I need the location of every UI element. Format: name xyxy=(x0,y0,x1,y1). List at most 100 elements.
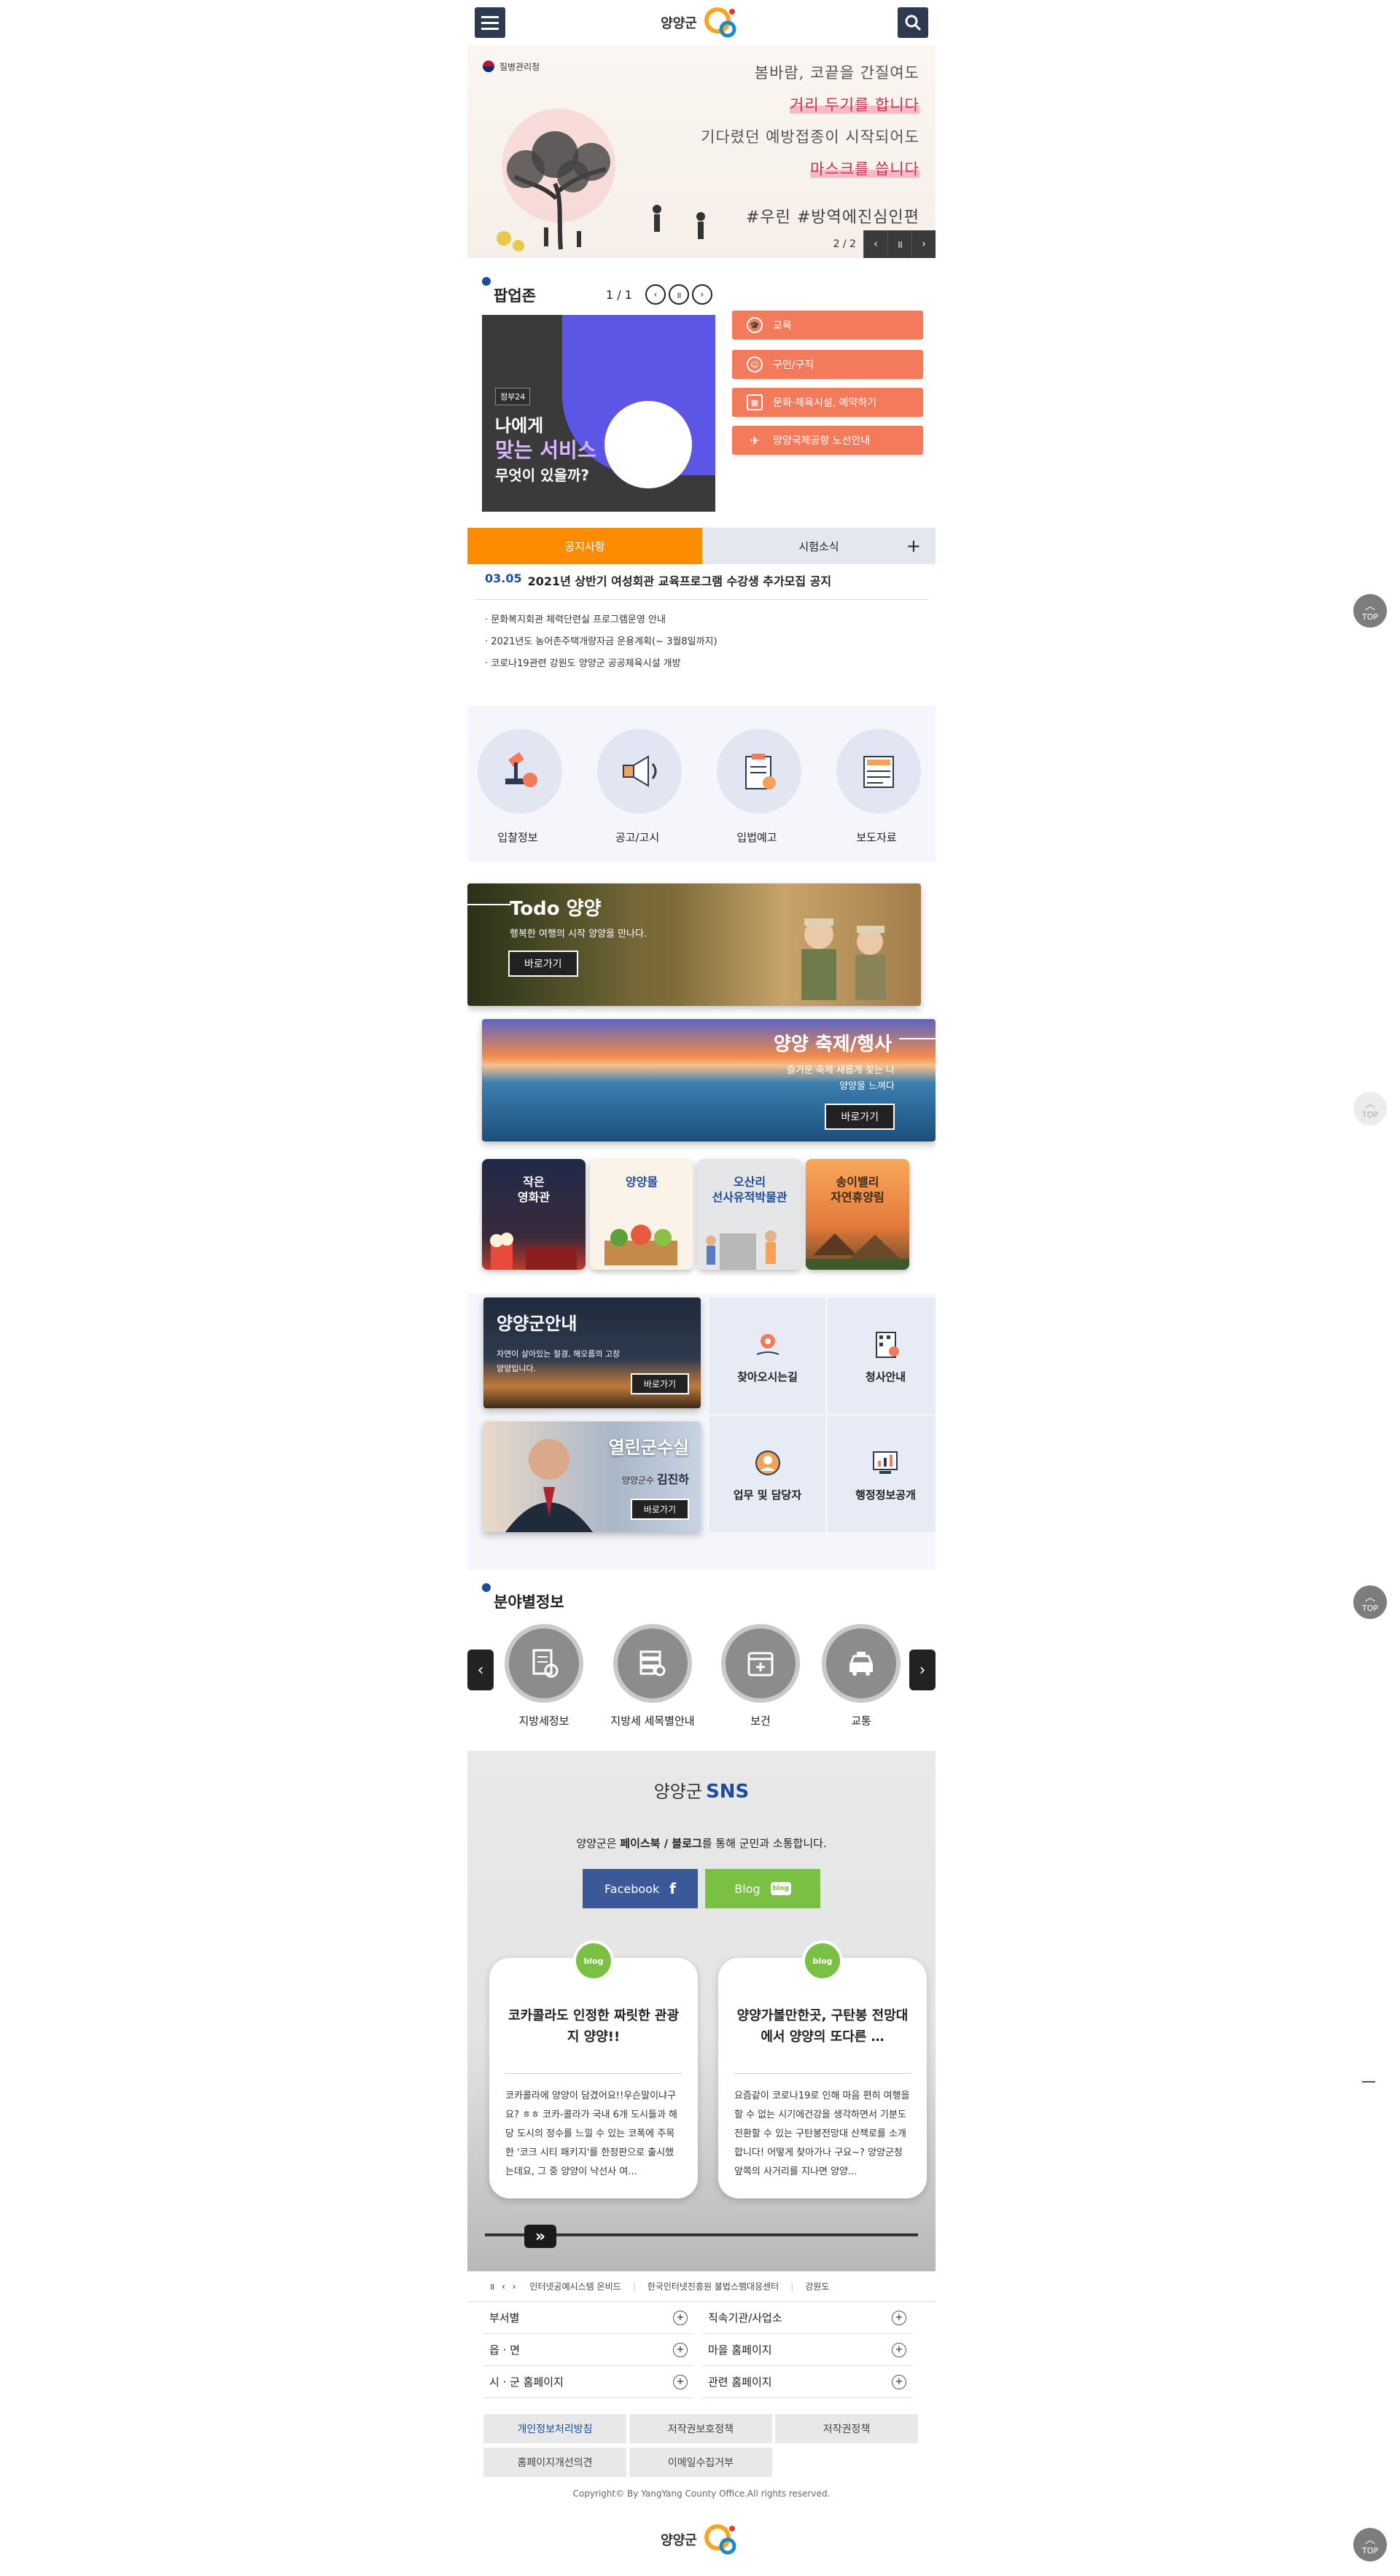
field-next-button[interactable]: › xyxy=(909,1650,936,1690)
footer-row-city[interactable]: 시 · 군 홈페이지 + xyxy=(483,2366,693,2398)
tab-exam-label: 시험소식 xyxy=(798,539,839,553)
quick-bid[interactable]: 입찰정보 xyxy=(478,729,562,845)
notice-item[interactable]: · 2021년도 농어촌주택개량자금 운용계획(~ 3월8일까지) xyxy=(485,631,718,653)
notice-item[interactable]: · 코로나19관련 강원도 양양군 공공체육시설 개방 xyxy=(485,653,718,675)
search-button[interactable] xyxy=(898,7,928,38)
popup-prev-button[interactable]: ‹ xyxy=(645,284,666,305)
card-title: 양양몰 xyxy=(625,1175,658,1189)
field-title: 분야별정보 xyxy=(494,1593,564,1611)
feedback-button[interactable]: 홈페이지개선의견 xyxy=(483,2448,626,2477)
sns-desc: 양양군은 페이스북 / 블로그를 통해 군민과 소통합니다. xyxy=(576,1837,827,1850)
sns-post-title: 양양가볼만한곳, 구탄봉 전망대에서 양양의 또다른 … xyxy=(736,2008,909,2045)
hero-hashtag: #우린 #방역에진심인편 xyxy=(745,208,919,227)
todo-go-button[interactable]: 바로가기 xyxy=(508,951,578,977)
card-mall[interactable]: 양양몰 xyxy=(590,1159,693,1270)
field-local-tax[interactable]: 지방세정보 xyxy=(493,1624,595,1728)
card-cinema[interactable]: 작은 영화관 xyxy=(482,1159,586,1270)
grid-directions[interactable]: 찾아오시는길 xyxy=(709,1297,825,1414)
field-traffic[interactable]: 교통 xyxy=(810,1624,912,1728)
section-dot xyxy=(482,1583,491,1592)
map-pin-icon xyxy=(756,1333,779,1355)
megaphone-icon xyxy=(623,755,657,787)
festival-banner[interactable]: 양양 축제/행사 즐거운 축제 새롭게 찾는 나 양양을 느껴다 바로가기 xyxy=(482,1019,936,1141)
search-icon xyxy=(905,15,922,31)
menu-button[interactable] xyxy=(475,7,505,38)
card-title: 송이밸리 자연휴양림 xyxy=(831,1175,884,1204)
featured-notice[interactable]: 03.05 2021년 상반기 여성회관 교육프로그램 수강생 추가모집 공지 xyxy=(485,571,922,589)
blog-badge-icon: blog xyxy=(802,1940,843,1981)
top-button[interactable]: ︿ TOP xyxy=(1353,2528,1387,2561)
copyright-protection-button[interactable]: 저작권보호정책 xyxy=(629,2414,772,2443)
pause-button[interactable]: ॥ xyxy=(887,230,911,258)
copyright-policy-button[interactable]: 저작권정책 xyxy=(775,2414,918,2443)
todo-banner[interactable]: Todo 양양 행복한 여행의 시작 양양을 만나다. 바로가기 xyxy=(467,883,921,1006)
scrollbar-handle[interactable]: » xyxy=(524,2225,556,2248)
field-tax-guide[interactable]: 지방세 세목별안내 xyxy=(602,1624,704,1728)
footer-row-dept[interactable]: 부서별 + xyxy=(483,2302,693,2334)
popup-link-airport[interactable]: ✈ 양양국제공항 노선안내 xyxy=(732,426,923,455)
hero-slider: 질병관리청 봄바람, 코끝을 간질여도 거리 두기를 합니다 기다렸던 예방접종… xyxy=(467,45,936,258)
database-search-icon xyxy=(639,1650,666,1677)
related-link[interactable]: 인터넷공예시스템 온비드 xyxy=(529,2280,621,2292)
agency-name: 질병관리청 xyxy=(499,61,540,72)
top-button[interactable]: ︿ TOP xyxy=(1353,1585,1387,1619)
hero-line-1: 봄바람, 코끝을 간질여도 xyxy=(754,64,919,82)
grid-staff[interactable]: 업무 및 담당자 xyxy=(709,1416,825,1532)
top-button[interactable]: ︿ TOP xyxy=(1353,594,1387,628)
page-canvas: ︿ TOP ︿ TOP ︿ TOP ︿ TOP 양양군 질병관리청 봄바람, 코… xyxy=(0,0,1400,2576)
todo-sub: 행복한 여행의 시작 양양을 만나다. xyxy=(510,929,648,940)
footer-row-related[interactable]: 관련 홈페이지 + xyxy=(702,2366,912,2398)
plus-icon: + xyxy=(892,2374,906,2389)
popup-link-reservation[interactable]: ▦ 문화·체육시설, 예약하기 xyxy=(732,388,923,417)
popup-link-jobs[interactable]: ☺ 구인/구직 xyxy=(732,350,923,379)
quick-legislation[interactable]: 입법예고 xyxy=(717,729,801,845)
copyright-text: Copyright© By YangYang County Office.All… xyxy=(572,2489,831,2499)
tab-notice[interactable]: 공지사항 xyxy=(467,528,702,564)
quick-announce[interactable]: 공고/고시 xyxy=(597,729,682,845)
sns-post-card[interactable]: blog 양양가볼만한곳, 구탄봉 전망대에서 양양의 또다른 … 요즘같이 코… xyxy=(718,1940,927,2198)
sns-post-card[interactable]: blog 코카콜라도 인정한 짜릿한 관광지 양양!! 코카콜라에 양양이 담겼… xyxy=(489,1940,698,2198)
grid-building[interactable]: 청사안내 xyxy=(828,1297,936,1414)
footer-row-agency[interactable]: 직속기관/사업소 + xyxy=(702,2302,912,2334)
festival-go-button[interactable]: 바로가기 xyxy=(825,1104,895,1130)
footer-row-village[interactable]: 마을 홈페이지 + xyxy=(702,2334,912,2366)
card-museum[interactable]: 오산리 선사유적박물관 xyxy=(698,1159,801,1270)
prev-button[interactable]: ‹ xyxy=(863,230,887,258)
guide-go-button[interactable]: 바로가기 xyxy=(630,1373,689,1394)
facebook-button[interactable]: Facebook f xyxy=(583,1869,698,1908)
facebook-icon: f xyxy=(669,1880,676,1897)
top-button-faded[interactable]: ︿ TOP xyxy=(1353,1092,1387,1125)
popup-image[interactable]: 정부24 나에게 맞는 서비스 무엇이 있을까? xyxy=(482,315,715,512)
grid-admin-info[interactable]: 행정정보공개 xyxy=(828,1416,936,1532)
field-health[interactable]: 보건 xyxy=(709,1624,812,1728)
card-forest[interactable]: 송이밸리 자연휴양림 xyxy=(806,1159,909,1270)
privacy-policy-button[interactable]: 개인정보처리방침 xyxy=(483,2414,626,2443)
field-label: 지방세정보 xyxy=(518,1714,569,1728)
notice-item[interactable]: · 문화복지회관 체력단련실 프로그램운영 안내 xyxy=(485,609,718,631)
site-logo[interactable]: 양양군 xyxy=(661,1,742,44)
more-plus-icon[interactable]: + xyxy=(906,536,921,556)
related-link[interactable]: 한국인터넷진흥원 불법스팸대응센터 xyxy=(648,2280,779,2292)
popup-pause-button[interactable]: ॥ xyxy=(668,284,689,305)
mayor-go-button[interactable]: 바로가기 xyxy=(630,1499,689,1520)
taxi-icon xyxy=(849,1652,874,1676)
quick-press[interactable]: 보도자료 xyxy=(836,729,921,845)
email-refusal-button[interactable]: 이메일수집거부 xyxy=(629,2448,772,2477)
blog-button[interactable]: Blog blog xyxy=(705,1869,820,1908)
next-button[interactable]: › xyxy=(911,230,936,258)
notice-board: 공지사항 시험소식 + 03.05 2021년 상반기 여성회관 교육프로그램 … xyxy=(467,528,936,688)
guide-card[interactable]: 양양군안내 자연이 살아있는 절경, 해오름의 고장 양양입니다. 바로가기 xyxy=(483,1297,701,1408)
plus-icon: + xyxy=(673,2374,688,2389)
field-prev-button[interactable]: ‹ xyxy=(467,1650,494,1690)
double-chevron-right-icon: » xyxy=(534,2227,546,2246)
popup-link-label: 구인/구직 xyxy=(773,359,814,371)
tree-illustration xyxy=(497,109,615,251)
tab-exam[interactable]: 시험소식 + xyxy=(702,528,936,564)
hero-controls: 2 / 2 ‹ ॥ › xyxy=(826,230,936,258)
related-link[interactable]: 강원도 xyxy=(805,2280,829,2292)
popup-next-button[interactable]: › xyxy=(691,284,712,305)
mayor-card[interactable]: 열린군수실 양양군수 김진하 바로가기 xyxy=(483,1421,701,1532)
popup-link-education[interactable]: 🎓 교육 xyxy=(732,311,923,340)
link-controls[interactable]: ॥ ‹ › xyxy=(489,2280,518,2292)
footer-row-town[interactable]: 읍 · 면 + xyxy=(483,2334,693,2366)
